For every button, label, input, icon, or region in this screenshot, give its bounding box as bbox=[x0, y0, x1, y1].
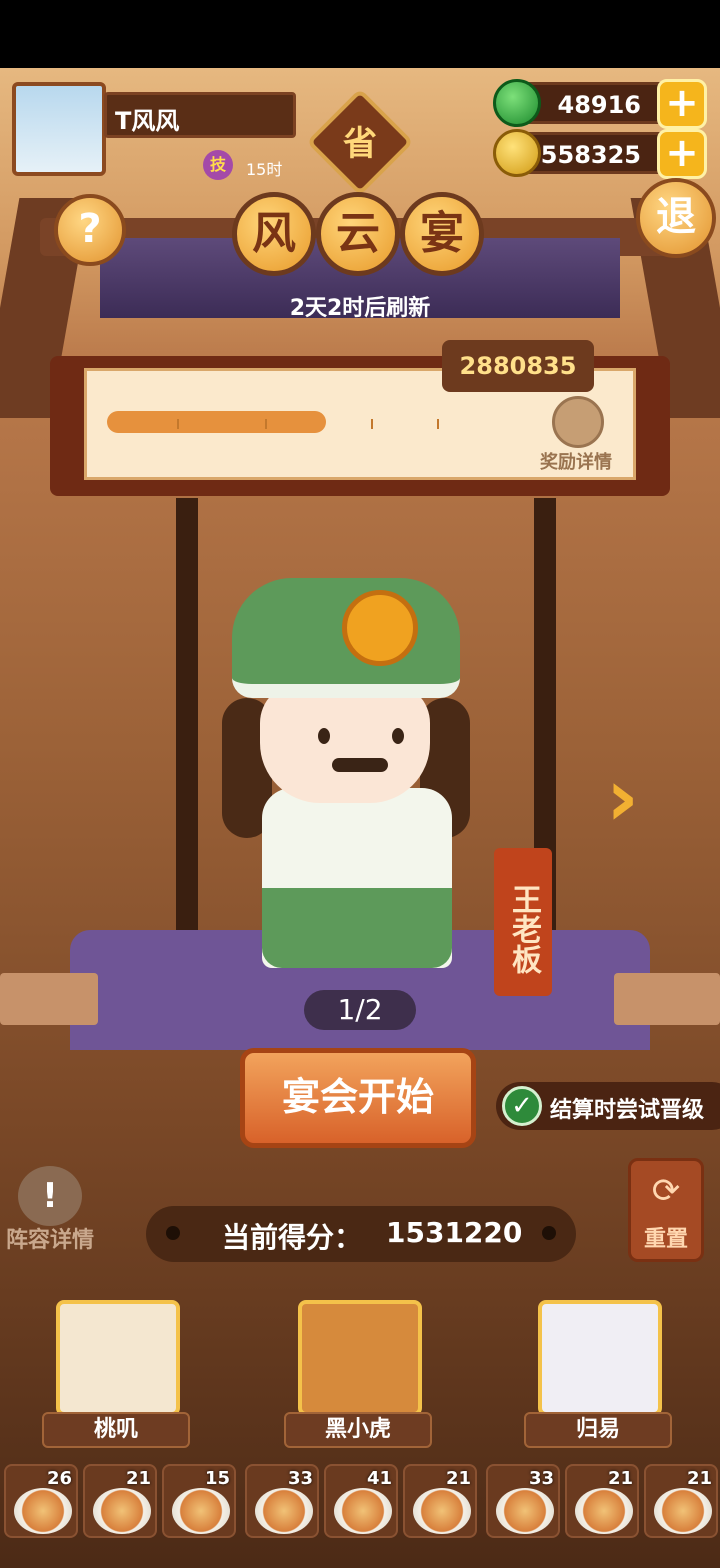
score-panel-dot bbox=[166, 1226, 180, 1240]
dish-slot[interactable]: 41 bbox=[324, 1464, 398, 1538]
progress-tick bbox=[265, 419, 267, 429]
chef-card[interactable]: 归易 bbox=[524, 1300, 672, 1448]
refresh-timer: 2天2时后刷新 bbox=[289, 296, 431, 321]
current-score-panel: 当前得分： 1531220 bbox=[146, 1206, 576, 1262]
player-name: T风风 bbox=[115, 107, 180, 135]
chef-name: 归易 bbox=[524, 1412, 672, 1448]
character-page-indicator: 1/2 bbox=[304, 990, 416, 1030]
reset-button[interactable]: ⟳ 重置 bbox=[628, 1158, 704, 1262]
dish-count: 21 bbox=[686, 1468, 712, 1489]
dish-slot[interactable]: 21 bbox=[565, 1464, 639, 1538]
dish-icon bbox=[14, 1488, 72, 1534]
promote-label: 结算时尝试晋级 bbox=[550, 1098, 705, 1123]
dish-icon bbox=[654, 1488, 712, 1534]
dish-count: 26 bbox=[46, 1468, 72, 1489]
dish-icon bbox=[575, 1488, 633, 1534]
exit-button[interactable]: 退 bbox=[636, 178, 716, 258]
dish-icon bbox=[93, 1488, 151, 1534]
dish-count: 21 bbox=[125, 1468, 151, 1489]
score-progress-bar bbox=[107, 411, 439, 433]
lineup-details-label: 阵容详情 bbox=[5, 1228, 94, 1253]
chef-portrait[interactable] bbox=[298, 1300, 422, 1416]
coin-value: 558325 bbox=[540, 141, 641, 169]
reward-chest-icon[interactable] bbox=[552, 396, 604, 448]
add-coins-button[interactable]: + bbox=[657, 129, 707, 179]
dish-count: 33 bbox=[528, 1468, 554, 1489]
province-badge[interactable]: 省 bbox=[322, 116, 398, 165]
dish-slot[interactable]: 33 bbox=[245, 1464, 319, 1538]
dish-count: 33 bbox=[287, 1468, 313, 1489]
event-title-char-1: 风 bbox=[232, 192, 316, 276]
chef-card[interactable]: 桃叽 bbox=[42, 1300, 190, 1448]
character-eye bbox=[318, 728, 330, 744]
character-robe bbox=[262, 888, 452, 968]
dish-count: 21 bbox=[607, 1468, 633, 1489]
lineup-details-button[interactable]: ! 阵容详情 bbox=[0, 1166, 100, 1256]
gem-value: 48916 bbox=[557, 91, 642, 119]
dish-slot[interactable]: 26 bbox=[4, 1464, 78, 1538]
game-scene: T风风 技 15时 省 48916 + 558325 + ? 退 风 云 宴 2… bbox=[0, 68, 720, 1568]
player-name-box: T风风 bbox=[104, 92, 296, 138]
dish-slot[interactable]: 21 bbox=[644, 1464, 718, 1538]
dish-count: 21 bbox=[445, 1468, 471, 1489]
start-banquet-button[interactable]: 宴会开始 bbox=[240, 1048, 476, 1148]
event-title-char-2: 云 bbox=[316, 192, 400, 276]
check-icon[interactable]: ✓ bbox=[502, 1086, 542, 1126]
gem-counter: 48916 + bbox=[493, 79, 707, 129]
status-bar bbox=[0, 0, 720, 68]
dish-icon bbox=[334, 1488, 392, 1534]
current-score-label: 当前得分： bbox=[222, 1221, 363, 1254]
coin-ornament-icon bbox=[342, 590, 418, 666]
progress-tick bbox=[437, 419, 439, 429]
player-avatar[interactable] bbox=[12, 82, 106, 176]
target-score: 2880835 bbox=[442, 340, 594, 392]
chef-name: 桃叽 bbox=[42, 1412, 190, 1448]
gold-coin-icon bbox=[493, 129, 541, 177]
jade-gem-icon bbox=[493, 79, 541, 127]
stage-pillar-left bbox=[176, 498, 198, 938]
help-button[interactable]: ? bbox=[54, 194, 126, 266]
skill-badge[interactable]: 技 bbox=[203, 150, 233, 180]
exclamation-icon: ! bbox=[18, 1166, 82, 1226]
reset-label: 重置 bbox=[643, 1227, 688, 1252]
reward-details-label[interactable]: 奖励详情 bbox=[540, 448, 612, 474]
dish-icon bbox=[255, 1488, 313, 1534]
dish-icon bbox=[172, 1488, 230, 1534]
skill-hours: 15时 bbox=[246, 160, 283, 179]
dish-slot[interactable]: 33 bbox=[486, 1464, 560, 1538]
dish-slot[interactable]: 15 bbox=[162, 1464, 236, 1538]
coin-counter: 558325 + bbox=[493, 129, 707, 179]
dish-count: 15 bbox=[204, 1468, 230, 1489]
score-panel-dot bbox=[542, 1226, 556, 1240]
side-table-right bbox=[614, 973, 720, 1025]
character-eye bbox=[392, 728, 404, 744]
add-gems-button[interactable]: + bbox=[657, 79, 707, 129]
character-mustache bbox=[332, 758, 388, 772]
chef-portrait[interactable] bbox=[538, 1300, 662, 1416]
character-face bbox=[260, 683, 430, 803]
dish-icon bbox=[496, 1488, 554, 1534]
chef-card[interactable]: 黑小虎 bbox=[284, 1300, 432, 1448]
next-character-arrow[interactable]: › bbox=[606, 758, 666, 838]
progress-tick bbox=[177, 419, 179, 429]
chef-portrait[interactable] bbox=[56, 1300, 180, 1416]
character-name-tag: 王老板 bbox=[494, 848, 552, 996]
promote-toggle[interactable]: ✓ 结算时尝试晋级 bbox=[496, 1082, 720, 1130]
dish-slot[interactable]: 21 bbox=[83, 1464, 157, 1538]
dish-count: 41 bbox=[366, 1468, 392, 1489]
current-score-value: 1531220 bbox=[386, 1216, 523, 1249]
side-table-left bbox=[0, 973, 98, 1025]
dish-icon bbox=[413, 1488, 471, 1534]
event-title-char-3: 宴 bbox=[400, 192, 484, 276]
chef-name: 黑小虎 bbox=[284, 1412, 432, 1448]
refresh-icon: ⟳ bbox=[651, 1171, 681, 1211]
dish-slot[interactable]: 21 bbox=[403, 1464, 477, 1538]
progress-tick bbox=[371, 419, 373, 429]
